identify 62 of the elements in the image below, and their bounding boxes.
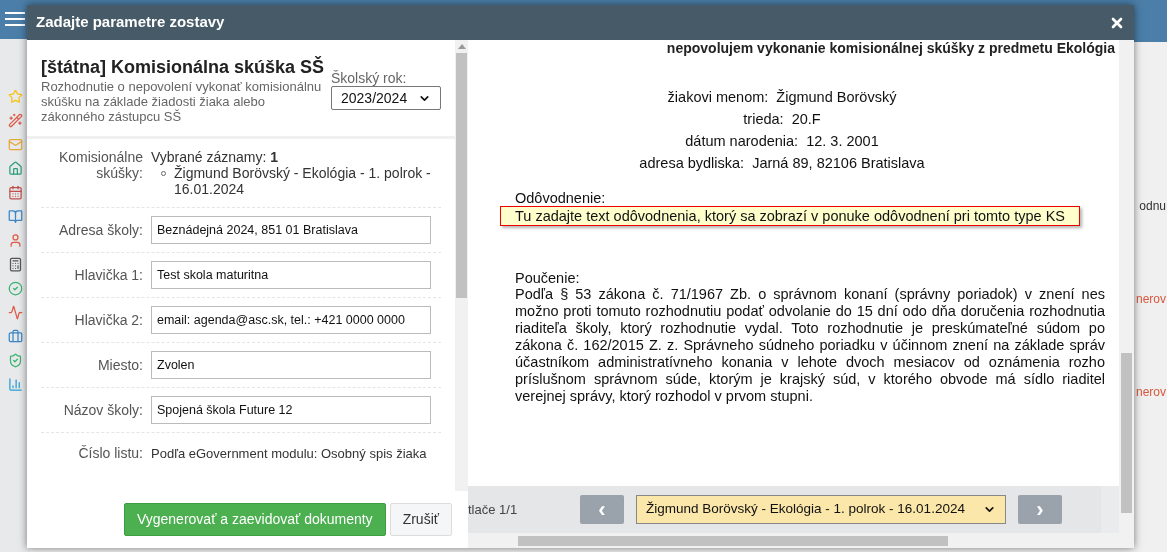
calendar-icon[interactable] [7,184,23,200]
instructions-line: účastníkom administratívneho konania v lehote dvoch mesiacov od oznámenia rozho [515,354,1105,371]
text-field[interactable]: Zvolen [151,351,431,379]
year-label: Školský rok: [331,70,408,86]
detail-value: 20.F [791,110,821,129]
person-icon[interactable] [7,232,23,248]
briefcase-icon[interactable] [7,328,23,344]
field-label: Komisionálne skúšky: [57,149,144,183]
wand-icon[interactable] [7,112,23,128]
field-label: Miesto: [96,355,144,375]
reason-hint: Tu zadajte text odôvodnenia, ktorý sa zobrazí v ponuke odôvodnení pri tomto type KS [500,206,1080,226]
bar-chart-icon[interactable] [7,376,23,392]
field-label: Adresa školy: [57,220,144,240]
detail-value: Jarná 89, 82106 Bratislava [752,154,925,173]
year-select[interactable]: 2023/2024 [331,86,441,110]
table-text: odnu [1139,198,1166,215]
report-heading: [štátna] Komisionálna skúška SŠ [41,55,326,79]
detail-label: dátum narodenia: [685,132,799,151]
instructions-line: možno proti tomuto rozhodnutiu podať odvolanie do 15 dní odo dňa doručenia rozhodnutia [515,303,1105,320]
detail-label: žiakovi menom: [667,88,769,107]
field-label: Hlavička 1: [73,265,144,285]
shield-icon[interactable] [7,352,23,368]
selected-count: Vybrané záznamy: 1 [151,149,280,165]
detail-value: Žigmund Borövský [776,88,897,107]
text-field[interactable]: Test skola maturitna [151,261,431,289]
scrollbar[interactable] [455,40,468,491]
field-label: Číslo listu: [77,444,144,463]
instructions-label: Poučenie: [515,270,581,286]
instructions-line: verejnej správy, ktorý rozhodol v prvom stupni. [515,388,814,405]
field-label: Názov školy: [62,400,144,420]
calculator-icon[interactable] [7,256,23,272]
table-text: nerov [1135,384,1166,401]
instructions-line: riaditeľa školy, ktorý rozhodnutie vydal. Toto rozhodnutie je preskúmateľné súdom po [515,320,1105,337]
document-heading: nepovolujem vykonanie komisionálnej skúšky z predmetu Ekológia [666,40,1116,56]
page-count: tlače 1/1 [468,500,519,519]
detail-label: adresa bydliska: [639,154,745,173]
instructions-line: zákona č. 162/2015 Z. z. Správneho súdneho poriadku v účinnom znení na základe správ [515,337,1105,354]
scrollbar[interactable] [1119,40,1134,533]
dialog-title: Zadajte parametre zostavy [36,12,225,33]
sheet-number: Podľa eGovernment modulu: Osobný spis žiaka [151,444,427,463]
instructions-line: Podľa § 53 zákona č. 71/1967 Zb. o správnom konaní (správny poriadok) v znení nes [515,286,1105,303]
text-field[interactable]: email: agenda@asc.sk, tel.: +421 0000 0000 [151,306,431,334]
instructions-line: príslušnom správnom súde, ktorým je krajský súd, v ktorého obvode má sídlo riaditel [515,371,1105,388]
reason-label: Odôvodnenie: [515,190,607,206]
home-icon[interactable] [7,160,23,176]
menu-icon[interactable] [5,11,25,28]
horizontal-scrollbar[interactable] [468,533,1134,548]
field-label: Hlavička 2: [73,310,144,330]
cancel-button[interactable]: Zrušiť [389,503,452,536]
report-description: Rozhodnutie o nepovolení vykonať komisionálnu skúšku na základe žiadosti žiaka alebo zákonného zástupcu SŠ [41,79,323,124]
student-select[interactable]: Žigmund Borövský - Ekológia - 1. polrok - 16.01.2024 [636,495,1006,524]
detail-value: 12. 3. 2001 [806,132,879,151]
star-icon[interactable] [7,88,23,104]
detail-label: trieda: [743,110,784,129]
text-field[interactable]: Spojená škola Future 12 [151,396,431,424]
table-text: nerov [1135,291,1166,308]
scroll-up-icon[interactable] [457,44,466,49]
text-field[interactable]: Beznádejná 2024, 851 01 Bratislava [151,216,431,244]
mail-icon[interactable] [7,136,23,152]
check-circle-icon[interactable] [7,280,23,296]
notebook-icon[interactable] [7,208,23,224]
selected-record: Žigmund Borövský - Ekológia - 1. polrok - 16.01.2024 [174,165,432,197]
